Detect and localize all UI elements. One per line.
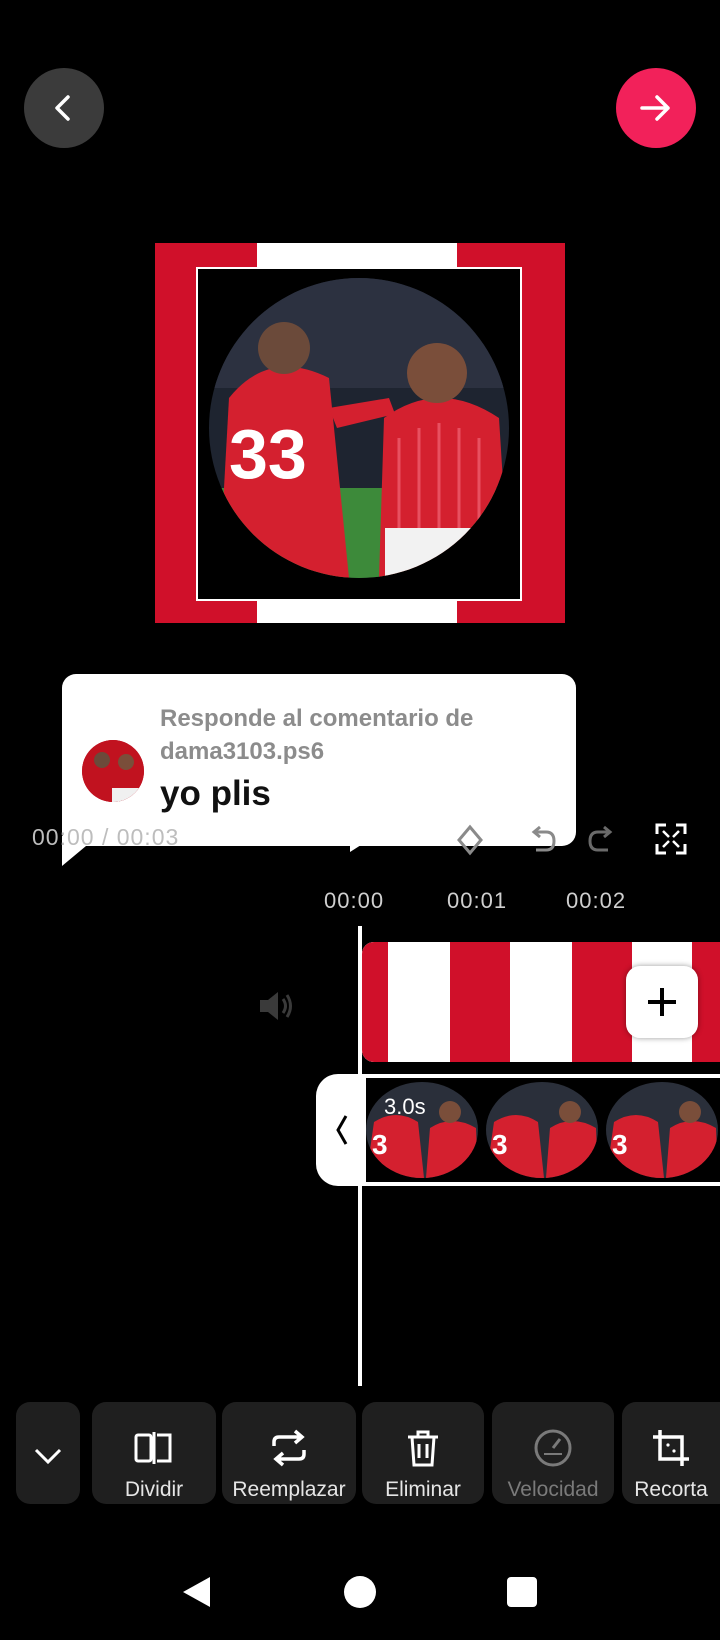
keyframe-button[interactable] bbox=[456, 824, 484, 861]
replace-icon bbox=[272, 1429, 306, 1467]
crop-icon bbox=[653, 1430, 689, 1466]
photo-box: 33 bbox=[196, 267, 522, 601]
tool-label: Reemplazar bbox=[232, 1478, 346, 1501]
video-preview[interactable]: 33 bbox=[155, 68, 565, 678]
avatar bbox=[82, 740, 144, 802]
nav-recents-button[interactable] bbox=[506, 1576, 538, 1613]
redo-icon bbox=[588, 825, 613, 852]
clip-thumbnail: 3 bbox=[486, 1082, 598, 1178]
triangle-back-icon bbox=[183, 1577, 210, 1607]
nav-back-button[interactable] bbox=[180, 1574, 214, 1615]
video-clip[interactable]: 3 3 3 3.0s bbox=[316, 1074, 720, 1186]
fullscreen-button[interactable] bbox=[654, 822, 688, 861]
tool-label: Eliminar bbox=[385, 1478, 461, 1501]
tool-split[interactable]: Dividir bbox=[92, 1402, 216, 1504]
speed-icon bbox=[534, 1429, 572, 1467]
tool-label: Dividir bbox=[124, 1478, 184, 1501]
tool-label: Velocidad bbox=[507, 1478, 599, 1501]
svg-text:3: 3 bbox=[372, 1129, 388, 1160]
speaker-icon bbox=[260, 992, 292, 1020]
frame-stripe bbox=[257, 599, 457, 623]
next-button[interactable] bbox=[616, 68, 696, 148]
chevron-left-icon bbox=[336, 1115, 348, 1145]
playhead[interactable] bbox=[358, 926, 362, 1386]
add-clip-button[interactable] bbox=[626, 966, 698, 1038]
play-icon bbox=[350, 824, 372, 852]
svg-text:33: 33 bbox=[229, 415, 307, 493]
split-icon bbox=[134, 1432, 172, 1464]
chevron-down-icon bbox=[34, 1448, 62, 1465]
play-button[interactable] bbox=[346, 820, 376, 861]
circle-home-icon bbox=[344, 1576, 376, 1608]
nav-home-button[interactable] bbox=[342, 1574, 378, 1615]
tool-crop[interactable]: Recorta bbox=[622, 1402, 720, 1504]
tool-replace[interactable]: Reemplazar bbox=[222, 1402, 356, 1504]
svg-text:3: 3 bbox=[492, 1129, 508, 1160]
comment-reply-title: Responde al comentario de dama3103.ps6 bbox=[160, 705, 474, 765]
arrow-right-icon bbox=[640, 95, 670, 121]
chevron-left-icon bbox=[55, 95, 70, 121]
svg-text:3: 3 bbox=[612, 1129, 628, 1160]
undo-button[interactable] bbox=[526, 824, 558, 861]
fullscreen-icon bbox=[655, 823, 687, 855]
comment-bubble[interactable]: Responde al comentario de dama3103.ps6 y… bbox=[62, 674, 576, 846]
audio-toggle[interactable] bbox=[256, 988, 296, 1029]
tool-label: Recorta bbox=[634, 1478, 708, 1501]
template-frame: 33 bbox=[155, 243, 565, 623]
clip-thumbnail: 3 bbox=[606, 1082, 718, 1178]
trash-icon bbox=[408, 1430, 438, 1467]
tool-delete[interactable]: Eliminar bbox=[362, 1402, 484, 1504]
clip-duration: 3.0s bbox=[384, 1094, 426, 1119]
ruler-tick: 00:01 bbox=[447, 888, 508, 913]
time-readout: 00:00 / 00:03 bbox=[32, 824, 180, 850]
redo-button[interactable] bbox=[586, 824, 618, 861]
player-photo: 33 bbox=[209, 278, 509, 578]
frame-stripe bbox=[257, 243, 457, 267]
back-button[interactable] bbox=[24, 68, 104, 148]
ruler-tick: 00:00 bbox=[324, 888, 385, 913]
tool-speed[interactable]: Velocidad bbox=[492, 1402, 614, 1504]
ruler-tick: 00:02 bbox=[566, 888, 627, 913]
keyframe-icon bbox=[457, 824, 483, 856]
undo-icon bbox=[531, 825, 556, 852]
collapse-button[interactable] bbox=[16, 1402, 80, 1504]
square-recents-icon bbox=[507, 1577, 537, 1607]
comment-text: yo plis bbox=[160, 774, 271, 813]
plus-icon bbox=[648, 988, 676, 1016]
